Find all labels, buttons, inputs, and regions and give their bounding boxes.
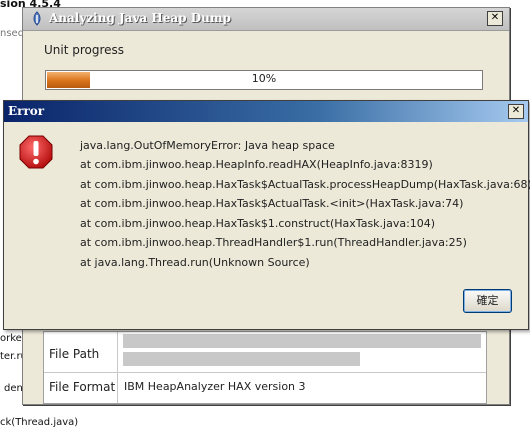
progress-dialog-titlebar[interactable]: Analyzing Java Heap Dump ✕ bbox=[23, 8, 509, 31]
stack-trace-line: at com.ibm.jinwoo.heap.HaxTask$ActualTas… bbox=[80, 178, 530, 191]
background-text: orke bbox=[0, 333, 22, 344]
background-text: nsed bbox=[0, 28, 25, 39]
stack-trace-line: at java.lang.Thread.run(Unknown Source) bbox=[80, 256, 310, 269]
ok-button[interactable]: 確定 bbox=[463, 289, 512, 313]
background-text: den bbox=[4, 383, 23, 394]
progress-bar: 10% bbox=[45, 70, 483, 90]
error-dialog-titlebar[interactable]: Error ✕ bbox=[4, 101, 528, 122]
table-row: File Format IBM HeapAnalyzer HAX version… bbox=[44, 372, 486, 403]
stack-trace-line: at com.ibm.jinwoo.heap.HeapInfo.readHAX(… bbox=[80, 158, 433, 171]
progress-dialog-title: Analyzing Java Heap Dump bbox=[49, 11, 231, 25]
file-info-table: File Path File Format IBM HeapAnalyzer H… bbox=[43, 331, 487, 404]
error-dialog: Error ✕ java.lang.OutOfMemoryError: Java… bbox=[3, 100, 530, 330]
file-path-value-bar bbox=[123, 352, 360, 366]
error-icon bbox=[19, 135, 53, 169]
file-format-value: IBM HeapAnalyzer HAX version 3 bbox=[124, 380, 306, 393]
file-path-label: File Path bbox=[44, 332, 118, 372]
table-row: File Path bbox=[44, 332, 486, 372]
close-button[interactable]: ✕ bbox=[487, 11, 503, 26]
file-path-value-bar bbox=[123, 334, 481, 348]
background-text: ck(Thread.java) bbox=[0, 417, 79, 428]
unit-progress-label: Unit progress bbox=[44, 43, 125, 57]
app-icon bbox=[33, 11, 41, 26]
error-message: java.lang.OutOfMemoryError: Java heap sp… bbox=[80, 139, 335, 152]
close-button[interactable]: ✕ bbox=[508, 104, 524, 119]
stack-trace-line: at com.ibm.jinwoo.heap.HaxTask$ActualTas… bbox=[80, 197, 464, 210]
stack-trace-line: at com.ibm.jinwoo.heap.ThreadHandler$1.r… bbox=[80, 236, 467, 249]
file-format-label: File Format bbox=[44, 373, 118, 403]
progress-percent: 10% bbox=[251, 72, 277, 85]
stack-trace-line: at com.ibm.jinwoo.heap.HaxTask$1.constru… bbox=[80, 217, 436, 230]
error-dialog-title: Error bbox=[8, 104, 45, 118]
